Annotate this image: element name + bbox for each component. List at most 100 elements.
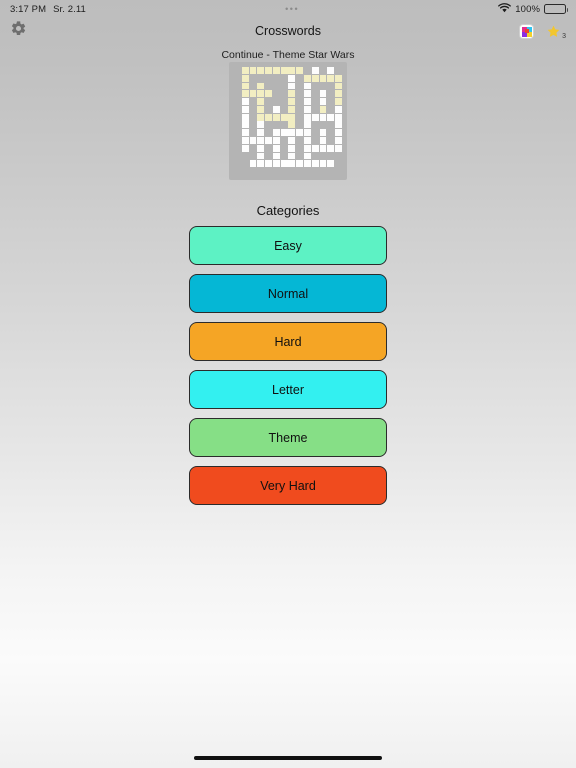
crossword-cell bbox=[335, 160, 342, 167]
crossword-cell bbox=[234, 168, 241, 175]
crossword-preview-card[interactable] bbox=[229, 62, 347, 180]
palette-icon[interactable] bbox=[519, 23, 535, 39]
crossword-cell bbox=[296, 137, 303, 144]
battery-percent: 100% bbox=[515, 3, 540, 15]
app-screen: 3:17 PM Sr. 2.11 ••• 100% Crosswords 3 C… bbox=[0, 0, 576, 768]
category-normal[interactable]: Normal bbox=[189, 274, 387, 313]
crossword-cell bbox=[319, 129, 327, 137]
crossword-cell bbox=[288, 90, 296, 98]
crossword-cell bbox=[335, 74, 342, 82]
crossword-cell bbox=[273, 121, 280, 128]
crossword-cell bbox=[288, 144, 296, 152]
crossword-cell bbox=[241, 82, 249, 90]
crossword-cell bbox=[304, 137, 311, 144]
crossword-cell bbox=[319, 74, 327, 82]
crossword-cell bbox=[265, 90, 272, 98]
crossword-cell bbox=[327, 129, 334, 136]
crossword-cell bbox=[250, 121, 257, 128]
crossword-cell bbox=[335, 105, 342, 113]
home-indicator[interactable] bbox=[194, 756, 382, 760]
crossword-cell bbox=[249, 160, 257, 168]
crossword-cell bbox=[281, 145, 288, 152]
category-easy[interactable]: Easy bbox=[189, 226, 387, 265]
crossword-cell bbox=[327, 106, 334, 113]
category-theme[interactable]: Theme bbox=[189, 418, 387, 457]
crossword-cell bbox=[257, 121, 265, 129]
crossword-cell bbox=[304, 121, 311, 129]
crossword-cell bbox=[281, 98, 288, 105]
crossword-cell bbox=[296, 106, 303, 113]
crossword-cell bbox=[234, 145, 241, 152]
star-icon bbox=[547, 25, 560, 37]
crossword-cell bbox=[257, 152, 265, 160]
crossword-cell bbox=[311, 144, 319, 152]
crossword-cell bbox=[319, 98, 327, 105]
crossword-cell bbox=[320, 168, 327, 175]
crossword-cell bbox=[335, 67, 342, 74]
crossword-cell bbox=[250, 153, 257, 160]
crossword-cell bbox=[272, 137, 280, 144]
crossword-cell bbox=[272, 160, 280, 168]
crossword-cell bbox=[280, 67, 288, 74]
crossword-cell bbox=[257, 144, 265, 152]
crossword-cell bbox=[273, 90, 280, 97]
status-bar-center: ••• bbox=[86, 4, 498, 14]
wifi-icon bbox=[498, 2, 512, 16]
crossword-cell bbox=[265, 75, 272, 82]
crossword-cell bbox=[327, 98, 334, 105]
status-bar-left: 3:17 PM Sr. 2.11 bbox=[10, 4, 86, 15]
crossword-grid bbox=[234, 67, 342, 175]
crossword-cell bbox=[296, 67, 304, 74]
crossword-cell bbox=[288, 152, 296, 160]
crossword-cell bbox=[327, 144, 335, 152]
crossword-cell bbox=[288, 129, 296, 137]
crossword-cell bbox=[250, 145, 257, 152]
crossword-cell bbox=[312, 153, 319, 160]
crossword-cell bbox=[304, 129, 311, 137]
crossword-cell bbox=[281, 75, 288, 82]
crossword-cell bbox=[296, 98, 303, 105]
crossword-cell bbox=[241, 90, 249, 98]
status-bar-right: 100% bbox=[498, 2, 568, 16]
category-letter[interactable]: Letter bbox=[189, 370, 387, 409]
crossword-cell bbox=[250, 106, 257, 113]
window-grabber-icon[interactable]: ••• bbox=[285, 4, 299, 14]
crossword-cell bbox=[241, 113, 249, 121]
crossword-cell bbox=[241, 105, 249, 113]
crossword-cell bbox=[234, 90, 241, 97]
crossword-cell bbox=[234, 160, 241, 167]
crossword-cell bbox=[312, 90, 319, 97]
crossword-cell bbox=[304, 144, 311, 152]
crossword-cell bbox=[296, 168, 303, 175]
categories-heading: Categories bbox=[256, 203, 320, 218]
crossword-cell bbox=[280, 113, 288, 121]
crossword-cell bbox=[319, 144, 327, 152]
crossword-cell bbox=[335, 82, 342, 90]
crossword-cell bbox=[288, 113, 296, 121]
crossword-cell bbox=[250, 114, 257, 121]
crossword-cell bbox=[234, 98, 241, 105]
gear-icon[interactable] bbox=[10, 20, 27, 42]
crossword-cell bbox=[288, 121, 296, 129]
crossword-cell bbox=[312, 129, 319, 136]
crossword-cell bbox=[273, 168, 280, 175]
crossword-cell bbox=[335, 113, 342, 121]
crossword-cell bbox=[265, 98, 272, 105]
crossword-cell bbox=[288, 168, 295, 175]
category-list: Easy Normal Hard Letter Theme Very Hard bbox=[189, 226, 387, 505]
crossword-cell bbox=[335, 121, 342, 129]
category-hard[interactable]: Hard bbox=[189, 322, 387, 361]
crossword-cell bbox=[234, 106, 241, 113]
category-very-hard[interactable]: Very Hard bbox=[189, 466, 387, 505]
crossword-cell bbox=[281, 121, 288, 128]
crossword-cell bbox=[241, 67, 249, 74]
crossword-cell bbox=[257, 168, 264, 175]
star-badge[interactable]: 3 bbox=[546, 24, 566, 40]
crossword-cell bbox=[296, 153, 303, 160]
star-count: 3 bbox=[562, 32, 566, 40]
crossword-cell bbox=[265, 168, 272, 175]
crossword-cell bbox=[281, 83, 288, 90]
crossword-cell bbox=[273, 75, 280, 82]
crossword-cell bbox=[272, 105, 280, 113]
crossword-cell bbox=[257, 105, 265, 113]
